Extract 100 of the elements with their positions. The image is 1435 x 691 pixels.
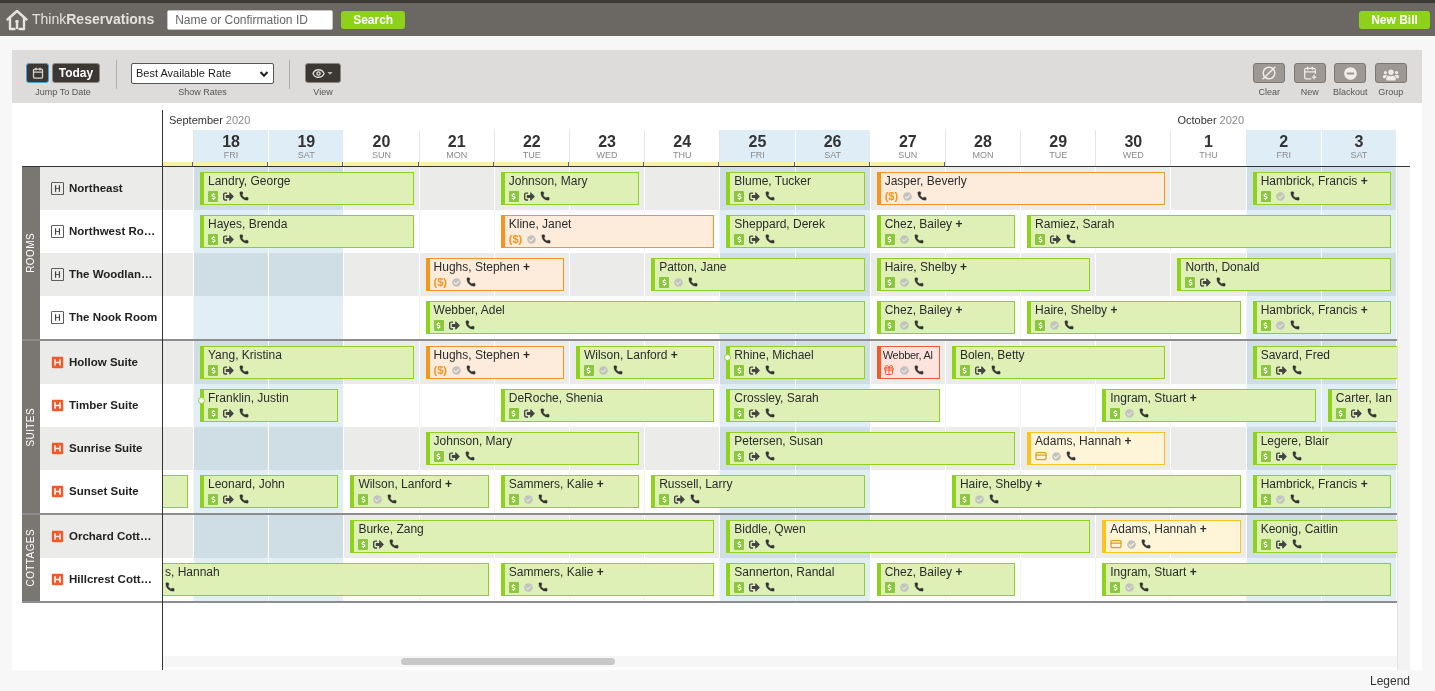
reservation-bar[interactable]: Chez, Bailey + [876,215,1016,248]
reservation-bar[interactable]: Adams, Hannah + [1027,432,1166,465]
guest-name: Wilson, Lanford + [583,348,678,363]
door-arrow-icon [223,494,234,504]
weekday-label: MON [446,150,468,160]
group-button[interactable] [1374,63,1407,83]
reservation-bar[interactable]: Haire, Shelby + [951,475,1241,508]
search-field[interactable]: Name or Confirmation ID [167,9,334,30]
reservation-bar[interactable]: Ingram, Stuart + [1102,563,1391,596]
reservation-bar[interactable]: Legere, Blair [1252,432,1397,465]
reservation-bar[interactable]: Chez, Bailey + [876,301,1016,334]
weekday-label: SAT [297,150,315,160]
reservation-bar[interactable]: Wilson, Lanford + [350,475,489,508]
reservation-bar[interactable]: Hayes, Brenda [200,215,414,248]
rate-select[interactable]: Best Available Rate [131,63,274,84]
guest-name: Hayes, Brenda [208,217,288,232]
reservation-bar[interactable]: Hambrick, Francis + [1252,301,1391,334]
scrollbar-thumb[interactable] [401,658,615,665]
reservation-bar[interactable]: Patton, Jane [651,258,865,291]
clear-button[interactable] [1253,63,1286,83]
phone-icon [387,494,398,504]
dollar-badge-icon [1110,581,1121,593]
reservation-bar[interactable]: Rhine, Michael [726,346,865,379]
guest-name: Yang, Kristina [208,348,282,363]
reservation-bar[interactable]: Leonard, John [200,475,339,508]
balance-due-label: ($) [508,233,523,245]
reservation-bar[interactable]: Savard, Fred [1252,346,1397,379]
reservation-bar[interactable]: Yang, Kristina [200,346,414,379]
reservation-bar[interactable]: North, Donald [1177,258,1391,291]
room-name: Sunset Suite [69,483,139,499]
reservation-bar[interactable]: Johnson, Mary [425,432,640,465]
reservation-bar[interactable]: Sammers, Kalie + [500,475,640,508]
reservation-bar[interactable]: Crossley, Sarah [726,389,940,422]
legend-link[interactable]: Legend [1369,671,1410,690]
reservation-bar[interactable]: Hughs, Stephen + ($) [425,258,564,291]
phone-icon [765,191,776,201]
phone-icon [913,277,924,287]
reservation-bar[interactable]: Chez, Bailey + [876,563,1016,596]
reservation-bar[interactable]: Haire, Shelby + [876,258,1091,291]
dollar-badge-icon [1260,538,1271,550]
dollar-badge-icon [1260,319,1271,331]
reservation-bar[interactable]: Johnson, Mary [500,172,640,205]
dollar-badge-icon [583,364,594,376]
reservation-bar[interactable]: Burke, Zang [350,520,715,553]
dollar-badge-icon [358,493,369,505]
weekday-label: MON [972,150,994,160]
reservation-bar[interactable]: Carter, Ian [1327,389,1397,422]
guest-name: Ramiez, Sarah [1035,217,1115,232]
reservation-bar[interactable]: Wilson, Lanford + [575,346,715,379]
reservation-bar[interactable]: Haire, Shelby + [1027,301,1241,334]
door-arrow-icon [448,451,460,461]
blackout-button[interactable] [1334,63,1367,83]
reservation-bar[interactable]: Ingram, Stuart + [1102,389,1316,422]
guest-name: Webber, Al [882,348,933,363]
reservation-bar[interactable]: Webber, Adel [425,301,865,334]
weekday-label: SUN [898,150,918,160]
reservation-bar[interactable]: Russell, Larry [651,475,865,508]
reservation-bar[interactable]: Blume, Tucker [726,172,865,205]
reservation-bar[interactable]: Petersen, Susan [726,432,1016,465]
day-number: 24 [673,134,692,150]
weekday-label: FRI [750,150,765,160]
reservation-bar[interactable]: Jasper, Beverly ($) [876,172,1166,205]
phone-icon [1289,494,1300,504]
guest-name: Burke, Zang [358,522,424,537]
phone-icon [913,234,924,244]
reservation-bar[interactable]: Bolen, Betty [951,346,1166,379]
view-button[interactable] [305,63,341,83]
reservation-bar[interactable]: Biddle, Qwen [726,520,1091,553]
new-button[interactable] [1293,63,1326,83]
reservation-bar[interactable]: Hambrick, Francis + [1252,172,1391,205]
guest-name: Blume, Tucker [734,174,811,189]
house-logo-icon [5,7,29,32]
reservation-bar[interactable]: Ramiez, Sarah [1027,215,1391,248]
phone-icon [690,494,701,504]
today-button[interactable]: Today [52,63,100,83]
reservation-bar[interactable]: DeRoche, Shenia [500,389,715,422]
reservation-bar[interactable]: Kline, Janet ($) [500,215,715,248]
guest-name: DeRoche, Shenia [508,391,603,406]
reservation-bar[interactable]: Sheppard, Derek [726,215,865,248]
reservation-bar[interactable]: Sammers, Kalie + [500,563,715,596]
reservation-bar[interactable]: Landry, George [200,172,414,205]
phone-icon [165,582,175,592]
reservation-bar[interactable]: Hughs, Stephen + ($) [425,346,564,379]
phone-icon [539,191,550,201]
day-number: 28 [974,134,992,150]
dollar-badge-icon [734,538,745,550]
calendar-button[interactable] [26,63,49,83]
reservation-bar[interactable]: Adams, Hannah + [1102,520,1241,553]
door-arrow-icon [223,234,234,244]
reservation-bar[interactable]: Webber, Al [876,346,940,379]
guest-name: Haire, Shelby + [1035,303,1118,318]
reservation-bar[interactable]: Keonig, Caitlin [1252,520,1397,553]
reservation-bar[interactable]: Sannerton, Randal [726,563,865,596]
reservation-bar[interactable]: Franklin, Justin [200,389,339,422]
reservation-bar[interactable]: s, Hannah [163,563,489,596]
phone-icon [239,234,249,244]
guest-name: Landry, George [208,174,291,189]
day-number: 21 [447,134,466,150]
reservation-bar[interactable]: Hambrick, Francis + [1252,475,1391,508]
balance-due-label: ($) [433,276,447,288]
